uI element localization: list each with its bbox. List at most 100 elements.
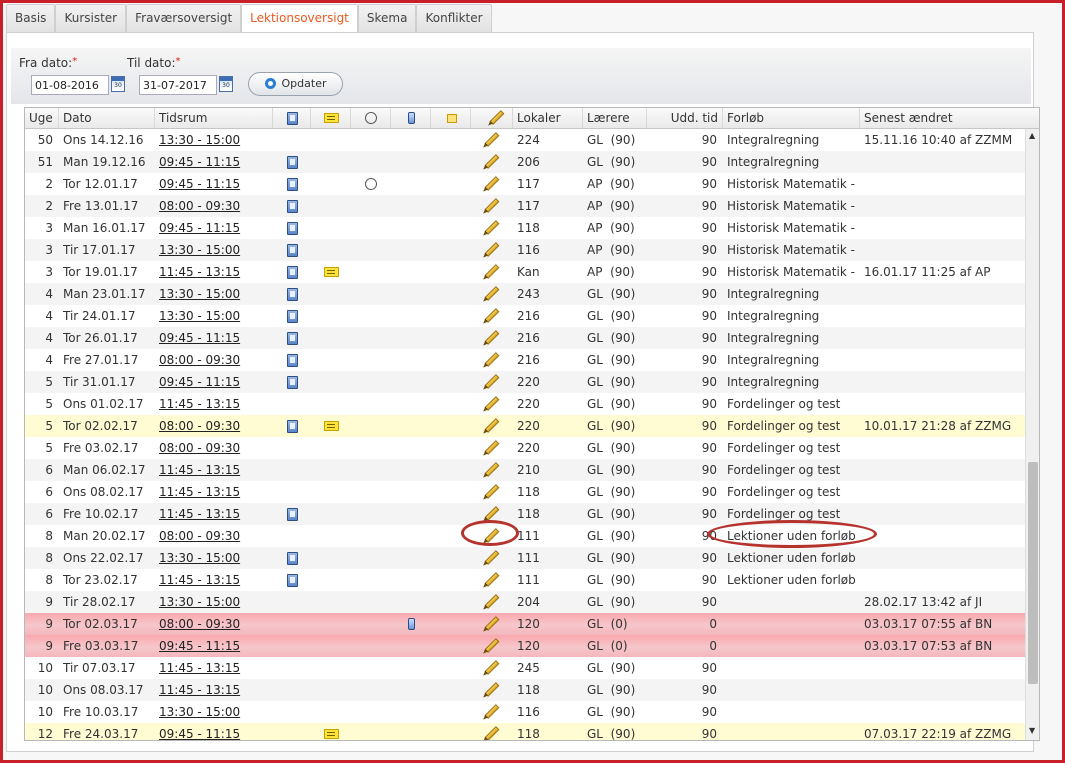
pencil-icon[interactable] bbox=[484, 286, 500, 301]
til-calendar-icon[interactable]: 30 bbox=[219, 76, 233, 92]
table-row[interactable]: 10 Tir 07.03.17 11:45 - 13:15 245 GL (90) 90 bbox=[25, 657, 1025, 679]
time-link[interactable]: 09:45 - 11:15 bbox=[159, 727, 240, 740]
note-icon[interactable] bbox=[323, 421, 339, 431]
vertical-scrollbar[interactable]: ▲ ▼ bbox=[1025, 129, 1039, 740]
book-icon[interactable] bbox=[286, 354, 298, 367]
col-senest[interactable]: Senest ændret bbox=[860, 108, 1039, 128]
col-laerere[interactable]: Lærere bbox=[583, 108, 647, 128]
time-link[interactable]: 13:30 - 15:00 bbox=[159, 551, 240, 565]
pencil-icon[interactable] bbox=[484, 330, 500, 345]
time-link[interactable]: 09:45 - 11:15 bbox=[159, 639, 240, 653]
time-link[interactable]: 11:45 - 13:15 bbox=[159, 683, 240, 697]
pencil-icon[interactable] bbox=[484, 726, 500, 740]
pencil-icon[interactable] bbox=[484, 704, 500, 719]
col-dato[interactable]: Dato bbox=[59, 108, 155, 128]
table-row[interactable]: 5 Fre 03.02.17 08:00 - 09:30 220 GL (90) 90 Fo… bbox=[25, 437, 1025, 459]
time-link[interactable]: 08:00 - 09:30 bbox=[159, 199, 240, 213]
pencil-icon[interactable] bbox=[484, 550, 500, 565]
col-uge[interactable]: Uge bbox=[25, 108, 59, 128]
time-link[interactable]: 08:00 - 09:30 bbox=[159, 441, 240, 455]
table-row[interactable]: 10 Ons 08.03.17 11:45 - 13:15 118 GL (90) 90 bbox=[25, 679, 1025, 701]
tab-kursister[interactable]: Kursister bbox=[55, 4, 127, 32]
table-row[interactable]: 51 Man 19.12.16 09:45 - 11:15 206 GL (90) 90 I… bbox=[25, 151, 1025, 173]
time-link[interactable]: 13:30 - 15:00 bbox=[159, 287, 240, 301]
book-icon[interactable] bbox=[286, 574, 298, 587]
note-icon[interactable] bbox=[323, 267, 339, 277]
book-icon[interactable] bbox=[286, 244, 298, 257]
col-book[interactable] bbox=[273, 108, 311, 128]
pencil-icon[interactable] bbox=[484, 616, 500, 631]
time-link[interactable]: 09:45 - 11:15 bbox=[159, 331, 240, 345]
table-row[interactable]: 50 Ons 14.12.16 13:30 - 15:00 224 GL (90) 90 I… bbox=[25, 129, 1025, 151]
table-row[interactable]: 4 Man 23.01.17 13:30 - 15:00 243 GL (90) 90 In… bbox=[25, 283, 1025, 305]
table-row[interactable]: 8 Ons 22.02.17 13:30 - 15:00 111 GL (90) 90 Le… bbox=[25, 547, 1025, 569]
col-note[interactable] bbox=[311, 108, 351, 128]
book-icon[interactable] bbox=[286, 552, 298, 565]
time-link[interactable]: 13:30 - 15:00 bbox=[159, 705, 240, 719]
pencil-icon[interactable] bbox=[484, 528, 500, 543]
table-row[interactable]: 9 Fre 03.03.17 09:45 - 11:15 120 GL (0) 0 03.0… bbox=[25, 635, 1025, 657]
tab-konflikter[interactable]: Konflikter bbox=[416, 4, 492, 32]
time-link[interactable]: 11:45 - 13:15 bbox=[159, 661, 240, 675]
pencil-icon[interactable] bbox=[484, 660, 500, 675]
pencil-icon[interactable] bbox=[484, 572, 500, 587]
scroll-up-arrow[interactable]: ▲ bbox=[1029, 131, 1035, 140]
pencil-icon[interactable] bbox=[484, 506, 500, 521]
book-icon[interactable] bbox=[286, 310, 298, 323]
time-link[interactable]: 09:45 - 11:15 bbox=[159, 177, 240, 191]
book-icon[interactable] bbox=[286, 376, 298, 389]
table-row[interactable]: 4 Tor 26.01.17 09:45 - 11:15 216 GL (90) 90 In… bbox=[25, 327, 1025, 349]
update-button[interactable]: Opdater bbox=[248, 72, 343, 96]
book-icon[interactable] bbox=[286, 288, 298, 301]
scrollbar-thumb[interactable] bbox=[1028, 462, 1038, 684]
time-link[interactable]: 11:45 - 13:15 bbox=[159, 485, 240, 499]
time-link[interactable]: 11:45 - 13:15 bbox=[159, 463, 240, 477]
phone-icon[interactable] bbox=[407, 618, 415, 630]
pencil-icon[interactable] bbox=[484, 418, 500, 433]
book-icon[interactable] bbox=[286, 508, 298, 521]
book-icon[interactable] bbox=[286, 266, 298, 279]
col-attachment[interactable] bbox=[351, 108, 391, 128]
table-row[interactable]: 6 Ons 08.02.17 11:45 - 13:15 118 GL (90) 90 Fo… bbox=[25, 481, 1025, 503]
table-row[interactable]: 10 Fre 10.03.17 13:30 - 15:00 116 GL (90) 90 bbox=[25, 701, 1025, 723]
time-link[interactable]: 13:30 - 15:00 bbox=[159, 309, 240, 323]
pencil-icon[interactable] bbox=[484, 594, 500, 609]
col-forloeb[interactable]: Forløb bbox=[723, 108, 860, 128]
time-link[interactable]: 09:45 - 11:15 bbox=[159, 375, 240, 389]
book-icon[interactable] bbox=[286, 200, 298, 213]
note-icon[interactable] bbox=[323, 729, 339, 739]
table-row[interactable]: 4 Tir 24.01.17 13:30 - 15:00 216 GL (90) 90 In… bbox=[25, 305, 1025, 327]
book-icon[interactable] bbox=[286, 420, 298, 433]
time-link[interactable]: 08:00 - 09:30 bbox=[159, 353, 240, 367]
time-link[interactable]: 13:30 - 15:00 bbox=[159, 243, 240, 257]
book-icon[interactable] bbox=[286, 222, 298, 235]
table-row[interactable]: 3 Tor 19.01.17 11:45 - 13:15 Kan AP (90) 90 Hi… bbox=[25, 261, 1025, 283]
book-icon[interactable] bbox=[286, 178, 298, 191]
time-link[interactable]: 08:00 - 09:30 bbox=[159, 529, 240, 543]
pencil-icon[interactable] bbox=[484, 176, 500, 191]
table-row[interactable]: 5 Ons 01.02.17 11:45 - 13:15 220 GL (90) 90 Fo… bbox=[25, 393, 1025, 415]
col-udd-tid[interactable]: Udd. tid bbox=[647, 108, 723, 128]
time-link[interactable]: 08:00 - 09:30 bbox=[159, 617, 240, 631]
time-link[interactable]: 13:30 - 15:00 bbox=[159, 595, 240, 609]
col-tidsrum[interactable]: Tidsrum bbox=[155, 108, 273, 128]
pencil-icon[interactable] bbox=[484, 484, 500, 499]
pencil-icon[interactable] bbox=[484, 264, 500, 279]
pencil-icon[interactable] bbox=[484, 242, 500, 257]
pencil-icon[interactable] bbox=[484, 198, 500, 213]
pencil-icon[interactable] bbox=[484, 682, 500, 697]
scroll-down-arrow[interactable]: ▼ bbox=[1029, 726, 1035, 735]
pencil-icon[interactable] bbox=[484, 638, 500, 653]
table-row[interactable]: 8 Man 20.02.17 08:00 - 09:30 111 GL (90) 90 Le… bbox=[25, 525, 1025, 547]
til-dato-input[interactable]: 31-07-2017 bbox=[139, 75, 217, 95]
table-row[interactable]: 3 Man 16.01.17 09:45 - 11:15 118 AP (90) 90 Hi… bbox=[25, 217, 1025, 239]
table-row[interactable]: 12 Fre 24.03.17 09:45 - 11:15 118 GL (90) 90 0… bbox=[25, 723, 1025, 740]
pencil-icon[interactable] bbox=[484, 374, 500, 389]
time-link[interactable]: 13:30 - 15:00 bbox=[159, 133, 240, 147]
table-row[interactable]: 9 Tor 02.03.17 08:00 - 09:30 120 GL (0) 0 03.0… bbox=[25, 613, 1025, 635]
col-edit[interactable] bbox=[471, 108, 513, 128]
col-phone[interactable] bbox=[391, 108, 431, 128]
tab-lektionsoversigt[interactable]: Lektionsoversigt bbox=[241, 4, 358, 33]
table-row[interactable]: 2 Fre 13.01.17 08:00 - 09:30 117 AP (90) 90 Hi… bbox=[25, 195, 1025, 217]
fra-dato-input[interactable]: 01-08-2016 bbox=[31, 75, 109, 95]
